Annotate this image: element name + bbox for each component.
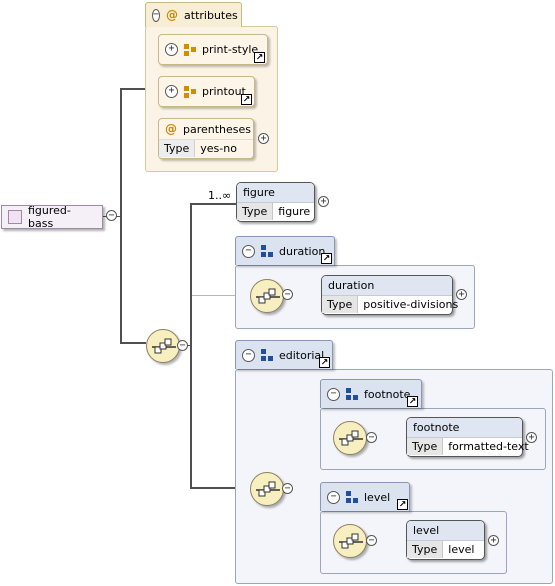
element-name: figure xyxy=(237,183,314,203)
type-value: positive-divisions xyxy=(363,298,459,311)
element-duration[interactable]: duration Type positive-divisions xyxy=(321,275,458,315)
level-group-label: level xyxy=(364,490,391,504)
editorial-group-label: editorial xyxy=(279,348,325,362)
footnote-group-label: footnote xyxy=(364,387,411,401)
sequence-compositor-icon[interactable] xyxy=(250,279,284,313)
sequence-compositor-icon[interactable] xyxy=(333,524,367,558)
element-level[interactable]: level Type level xyxy=(406,520,485,560)
attribute-name: parentheses xyxy=(183,122,252,136)
collapse-icon[interactable]: − xyxy=(242,348,255,362)
duration-group-header[interactable]: − duration xyxy=(235,236,335,265)
sequence-compositor-icon[interactable] xyxy=(250,472,284,506)
expand-icon[interactable]: + xyxy=(258,133,269,144)
attributes-group-header[interactable]: − @ attributes xyxy=(145,2,242,27)
type-key: Type xyxy=(407,541,444,558)
root-element-figured-bass[interactable]: figured-bass xyxy=(1,204,103,230)
expand-icon[interactable]: + xyxy=(456,289,467,300)
type-value: formatted-text xyxy=(448,440,529,453)
attribute-group-icon xyxy=(184,43,196,56)
attribute-group-name: printout xyxy=(202,85,246,98)
type-key: Type xyxy=(322,296,359,313)
attribute-icon: @ xyxy=(166,8,179,22)
root-element-name: figured-bass xyxy=(27,204,71,230)
collapse-icon[interactable]: − xyxy=(282,289,293,300)
reference-link-icon[interactable]: ↗ xyxy=(319,357,330,368)
collapse-icon[interactable]: − xyxy=(177,340,188,351)
attribute-parentheses[interactable]: @ parentheses Type yes-no xyxy=(158,118,254,159)
collapse-icon[interactable]: − xyxy=(327,490,340,504)
expand-icon[interactable]: + xyxy=(165,43,178,56)
group-icon xyxy=(346,388,358,400)
element-checkbox-icon xyxy=(8,210,22,224)
attribute-group-print-style[interactable]: + print-style xyxy=(158,34,268,65)
collapse-icon[interactable]: − xyxy=(366,432,377,443)
collapse-icon[interactable]: − xyxy=(366,535,377,546)
expand-icon[interactable]: + xyxy=(488,535,499,546)
type-key: Type xyxy=(237,203,274,220)
sequence-compositor-icon[interactable] xyxy=(146,329,180,363)
reference-link-icon[interactable]: ↗ xyxy=(254,52,265,63)
element-name: duration xyxy=(322,276,452,296)
attributes-group-label: attributes xyxy=(184,8,238,22)
reference-link-icon[interactable]: ↗ xyxy=(241,94,252,105)
sequence-compositor-icon[interactable] xyxy=(333,421,367,455)
type-value: figure xyxy=(278,205,311,218)
type-value: level xyxy=(448,543,475,556)
element-footnote[interactable]: footnote Type formatted-text xyxy=(406,417,529,457)
collapse-icon[interactable]: − xyxy=(106,210,117,221)
collapse-icon[interactable]: − xyxy=(242,244,255,258)
reference-link-icon[interactable]: ↗ xyxy=(321,253,332,264)
element-figure[interactable]: figure Type figure xyxy=(236,182,315,222)
expand-icon[interactable]: + xyxy=(165,85,178,98)
type-value: yes-no xyxy=(200,142,237,155)
expand-icon[interactable]: + xyxy=(318,196,329,207)
attribute-icon: @ xyxy=(165,122,177,136)
type-key: Type xyxy=(407,438,444,455)
occurrence-label: 1..∞ xyxy=(208,189,232,202)
duration-group-label: duration xyxy=(279,244,326,258)
group-icon xyxy=(261,349,273,361)
collapse-icon[interactable]: − xyxy=(282,483,293,494)
collapse-icon[interactable]: − xyxy=(152,8,161,22)
reference-link-icon[interactable]: ↗ xyxy=(397,499,408,510)
attribute-group-icon xyxy=(184,85,196,98)
collapse-icon[interactable]: − xyxy=(327,387,340,401)
element-name: level xyxy=(407,521,484,541)
group-icon xyxy=(261,245,273,257)
type-key: Type xyxy=(159,140,196,157)
expand-icon[interactable]: + xyxy=(526,432,537,443)
reference-link-icon[interactable]: ↗ xyxy=(407,396,418,407)
group-icon xyxy=(346,491,358,503)
element-name: footnote xyxy=(407,418,522,438)
attribute-group-name: print-style xyxy=(202,43,259,56)
